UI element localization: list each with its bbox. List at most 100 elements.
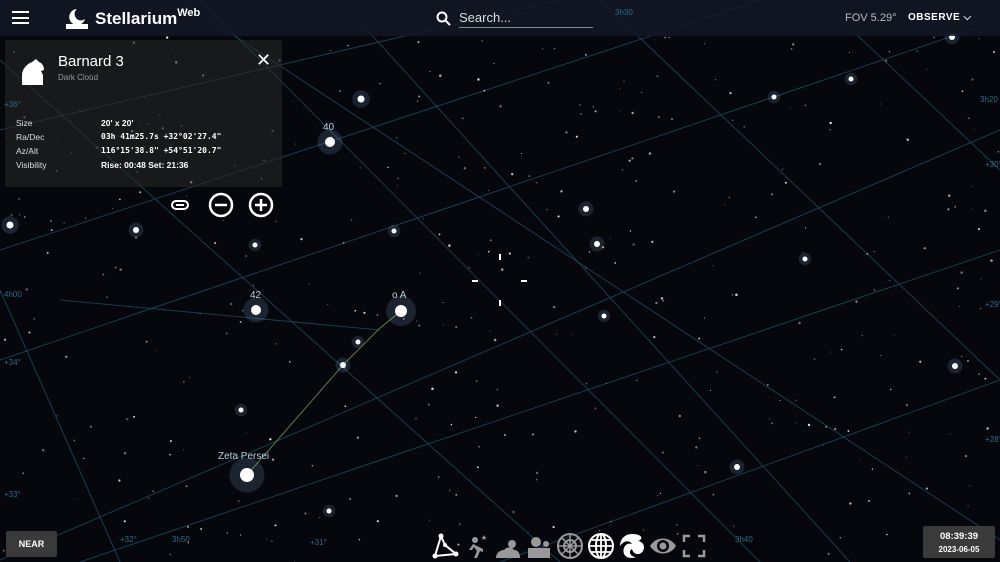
star [553, 47, 556, 50]
star [85, 217, 87, 219]
landscape-icon[interactable] [494, 532, 522, 560]
bright-star[interactable] [325, 137, 335, 147]
row-label: Visibility [16, 160, 47, 170]
near-button[interactable]: NEAR [6, 531, 57, 557]
row-label: Size [16, 118, 33, 128]
bright-star[interactable] [594, 241, 600, 247]
date-time-button[interactable]: 08:39:39 2023-06-05 [923, 526, 995, 558]
star [484, 167, 486, 169]
star [916, 50, 919, 52]
star [635, 180, 638, 182]
bright-star[interactable] [355, 339, 361, 345]
zoom-in-icon[interactable] [248, 192, 274, 218]
fullscreen-icon[interactable] [680, 532, 708, 560]
star [490, 239, 492, 242]
equatorial-grid-icon[interactable] [587, 532, 615, 560]
star [427, 403, 430, 406]
star [651, 240, 654, 243]
grid-line [339, 0, 851, 562]
bright-star[interactable] [771, 94, 777, 100]
star [356, 436, 359, 439]
star [585, 382, 588, 385]
star [671, 118, 673, 121]
star [450, 423, 453, 426]
star [664, 36, 667, 39]
star [967, 117, 970, 120]
bright-star[interactable] [133, 227, 139, 233]
star [784, 181, 787, 184]
star [960, 355, 963, 358]
star-label-o-a[interactable]: o A [392, 290, 406, 301]
star-label-zeta-persei[interactable]: Zeta Persei [218, 451, 269, 462]
observe-button[interactable]: OBSERVE ⌵ [908, 12, 972, 23]
star [275, 220, 277, 223]
star-label-42[interactable]: 42 [250, 290, 261, 301]
star [415, 417, 417, 420]
bright-star[interactable] [238, 407, 244, 413]
star [779, 399, 781, 402]
star [947, 208, 950, 211]
bright-star[interactable] [734, 464, 740, 470]
star [770, 193, 773, 196]
star [974, 128, 976, 130]
star [715, 79, 716, 81]
star [792, 43, 795, 46]
star [588, 251, 591, 253]
constellations-icon[interactable] [432, 532, 460, 560]
close-icon[interactable]: ✕ [256, 50, 271, 71]
star-label-40[interactable]: 40 [323, 122, 334, 133]
star [458, 523, 461, 526]
dark-nebula-icon [22, 59, 44, 85]
bright-star[interactable] [326, 508, 332, 514]
star [659, 492, 661, 495]
star [859, 459, 861, 461]
link-icon[interactable] [170, 198, 190, 212]
star [304, 512, 307, 515]
star [984, 209, 987, 213]
star [807, 423, 811, 427]
search-icon[interactable] [436, 11, 451, 26]
star [978, 38, 980, 40]
row-value: Rise: 00:48 Set: 21:36 [101, 160, 189, 170]
ground-icon[interactable] [525, 532, 553, 560]
star [169, 453, 171, 456]
bright-star[interactable] [251, 305, 261, 315]
atmosphere-icon[interactable] [463, 532, 491, 560]
bright-star[interactable] [340, 362, 346, 368]
star [971, 78, 974, 81]
bright-star[interactable] [391, 228, 397, 234]
star [133, 415, 135, 418]
star [3, 338, 7, 341]
zoom-out-icon[interactable] [208, 192, 234, 218]
star [653, 335, 656, 339]
grid-line [79, 249, 1000, 562]
bright-star[interactable] [240, 468, 254, 482]
search-box [436, 8, 593, 28]
azimuthal-grid-icon[interactable] [556, 532, 584, 560]
star [455, 493, 458, 496]
star [888, 279, 891, 282]
grid-label: +29° [985, 300, 1000, 309]
bright-star[interactable] [6, 221, 14, 229]
star [493, 62, 495, 65]
star [237, 500, 240, 502]
star [642, 529, 644, 531]
menu-icon[interactable] [12, 11, 29, 24]
star [431, 387, 434, 390]
star [971, 208, 973, 210]
star [481, 40, 483, 42]
search-input[interactable] [459, 8, 593, 28]
bright-star[interactable] [802, 256, 808, 262]
star [454, 371, 458, 374]
bright-star[interactable] [848, 76, 854, 82]
bright-star[interactable] [601, 313, 607, 319]
deep-sky-objects-icon[interactable] [618, 532, 646, 560]
night-mode-eye-icon[interactable] [649, 532, 677, 560]
bright-star[interactable] [357, 95, 365, 103]
bright-star[interactable] [583, 206, 589, 212]
bright-star[interactable] [395, 305, 407, 317]
star [728, 196, 730, 199]
bright-star[interactable] [252, 242, 258, 248]
star [46, 251, 49, 254]
bright-star[interactable] [952, 363, 958, 369]
